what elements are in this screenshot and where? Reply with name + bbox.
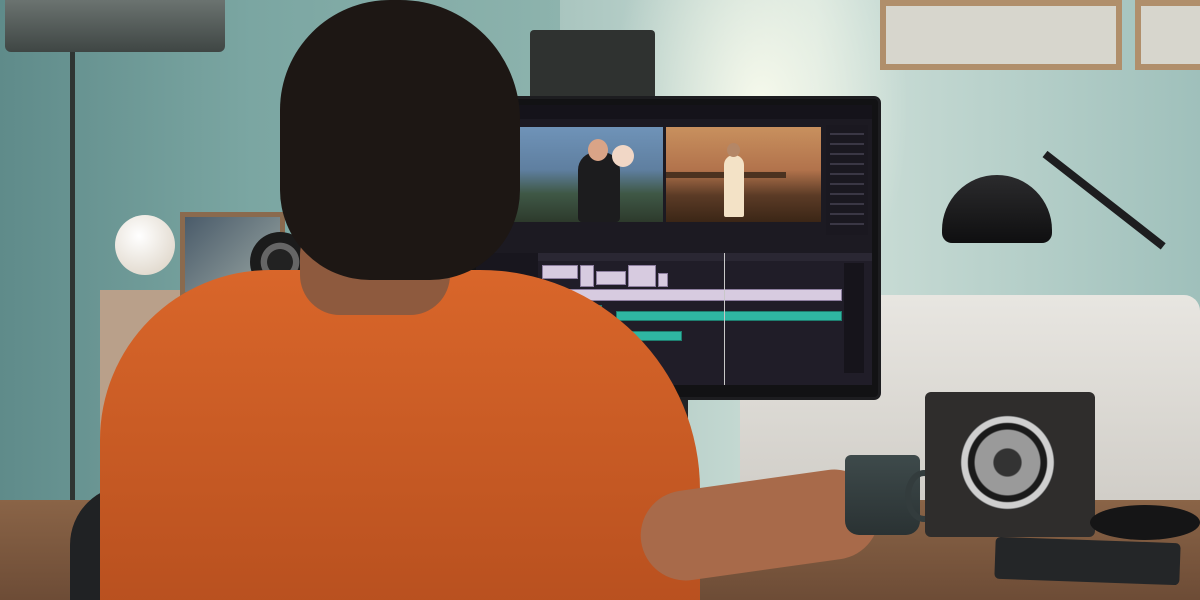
room-scene — [0, 0, 1200, 600]
person-orange-shirt — [100, 270, 700, 600]
program-viewer[interactable] — [666, 127, 821, 222]
viewer-person-head — [588, 139, 608, 161]
desk-lamp-base — [1090, 505, 1200, 540]
tablet — [994, 536, 1181, 586]
audio-clip[interactable] — [616, 311, 842, 321]
globe-lamp — [115, 215, 175, 275]
viewer-girl-dress — [724, 155, 744, 217]
wall-picture-frame — [1135, 0, 1200, 70]
viewer-girl-head — [727, 143, 740, 157]
inspector-panel[interactable] — [826, 125, 868, 235]
person-head — [280, 0, 520, 280]
playhead[interactable] — [724, 253, 725, 385]
timeline-ruler[interactable] — [538, 253, 872, 261]
wall-picture-frame — [880, 0, 1122, 70]
video-clip[interactable] — [580, 265, 594, 287]
editor-topbar — [476, 105, 872, 119]
wall-cabinet — [530, 30, 655, 100]
viewer-person-woman — [612, 145, 634, 167]
video-clip[interactable] — [596, 271, 626, 285]
video-clip[interactable] — [658, 273, 668, 287]
video-clip[interactable] — [628, 265, 656, 287]
video-clip[interactable] — [542, 265, 578, 279]
speaker-woofer — [960, 415, 1055, 510]
floor-lamp-shade — [5, 0, 225, 52]
source-viewer[interactable] — [508, 127, 663, 222]
audio-meters — [844, 263, 864, 373]
floor-lamp-pole — [70, 52, 75, 512]
